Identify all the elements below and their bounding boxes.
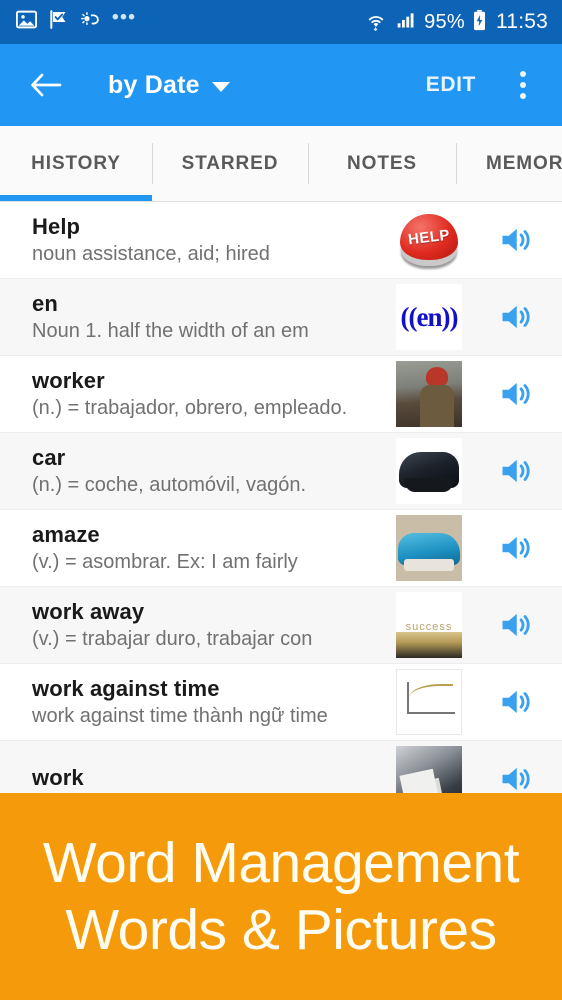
tab-memorize[interactable]: MEMORIZ [456, 126, 562, 201]
chevron-down-icon [211, 82, 230, 92]
word-label: en [32, 291, 58, 317]
app-bar: by Date EDIT [0, 44, 562, 126]
app-screen: ••• 95% 11:53 by Date EDIT HISTORY STARR… [0, 0, 562, 1000]
status-bar-right-icons: 95% 11:53 [364, 9, 548, 36]
promo-banner: Word Management Words & Pictures [0, 793, 562, 1000]
help-button-image: HELP [396, 207, 462, 273]
speaker-icon[interactable] [484, 299, 548, 335]
promo-banner-line-1: Word Management [42, 831, 520, 896]
word-label: work away [32, 599, 145, 625]
definition-label: (v.) = trabajar duro, trabajar con [32, 627, 313, 650]
signal-bars-icon [395, 10, 417, 35]
active-tab-indicator [0, 195, 152, 201]
speaker-icon[interactable] [484, 222, 548, 258]
wifi-icon [364, 9, 388, 36]
definition-label: (n.) = trabajador, obrero, empleado. [32, 396, 348, 419]
weather-icon [79, 9, 101, 35]
speaker-icon[interactable] [484, 376, 548, 412]
battery-charging-icon [472, 9, 487, 36]
edit-button[interactable]: EDIT [426, 73, 476, 97]
definition-label: (v.) = asombrar. Ex: I am fairly [32, 550, 298, 573]
table-row[interactable]: worker (n.) = trabajador, obrero, emplea… [0, 356, 562, 433]
definition-label: (n.) = coche, automóvil, vagón. [32, 473, 307, 496]
table-row[interactable]: car (n.) = coche, automóvil, vagón. [0, 433, 562, 510]
definition-label: Noun 1. half the width of an em [32, 319, 309, 342]
word-label: Help [32, 214, 81, 240]
table-row[interactable]: amaze (v.) = asombrar. Ex: I am fairly [0, 510, 562, 587]
speaker-icon[interactable] [484, 453, 548, 489]
tab-notes[interactable]: NOTES [308, 126, 456, 201]
status-bar: ••• 95% 11:53 [0, 0, 562, 44]
en-logo-image: ((en)) [396, 284, 462, 350]
tab-bar: HISTORY STARRED NOTES MEMORIZ [0, 126, 562, 202]
flag-check-icon [48, 9, 68, 35]
battery-percent-label: 95% [424, 10, 465, 33]
worker-photo [396, 361, 462, 427]
word-label: worker [32, 368, 105, 394]
dot-2 [520, 82, 526, 88]
row-text: en Noun 1. half the width of an em [32, 291, 396, 343]
table-row[interactable]: work away (v.) = trabajar duro, trabajar… [0, 587, 562, 664]
promo-banner-line-2: Words & Pictures [65, 897, 497, 962]
dot-3 [520, 93, 526, 99]
table-row[interactable]: work against time work against time thàn… [0, 664, 562, 741]
tab-starred[interactable]: STARRED [152, 126, 308, 201]
speaker-icon[interactable] [484, 607, 548, 643]
word-label: work against time [32, 676, 220, 702]
chart-image [396, 669, 462, 735]
tab-history[interactable]: HISTORY [0, 126, 152, 201]
table-row[interactable]: Help noun assistance, aid; hired HELP [0, 202, 562, 279]
row-text: Help noun assistance, aid; hired [32, 214, 396, 266]
word-list: Help noun assistance, aid; hired HELP en… [0, 202, 562, 818]
back-button[interactable] [26, 65, 66, 105]
image-icon [15, 9, 38, 35]
speaker-icon[interactable] [484, 530, 548, 566]
page-title: by Date [108, 70, 200, 99]
sort-dropdown[interactable]: by Date [108, 71, 230, 100]
row-text: work [32, 765, 396, 793]
row-text: amaze (v.) = asombrar. Ex: I am fairly [32, 522, 396, 574]
table-row[interactable]: en Noun 1. half the width of an em ((en)… [0, 279, 562, 356]
more-dots-icon: ••• [112, 7, 137, 28]
success-road-photo [396, 592, 462, 658]
definition-label: noun assistance, aid; hired [32, 242, 270, 265]
row-text: car (n.) = coche, automóvil, vagón. [32, 445, 396, 497]
word-label: car [32, 445, 66, 471]
row-text: work away (v.) = trabajar duro, trabajar… [32, 599, 396, 651]
black-car-photo [396, 438, 462, 504]
speaker-icon[interactable] [484, 761, 548, 797]
word-label: work [32, 765, 84, 791]
dot-1 [520, 71, 526, 77]
word-label: amaze [32, 522, 100, 548]
speaker-icon[interactable] [484, 684, 548, 720]
blue-car-photo [396, 515, 462, 581]
status-bar-left-icons: ••• [15, 7, 364, 35]
clock-label: 11:53 [496, 10, 548, 33]
definition-label: work against time thành ngữ time [32, 704, 328, 727]
overflow-menu-button[interactable] [506, 71, 540, 99]
row-text: work against time work against time thàn… [32, 676, 396, 728]
row-text: worker (n.) = trabajador, obrero, emplea… [32, 368, 396, 420]
